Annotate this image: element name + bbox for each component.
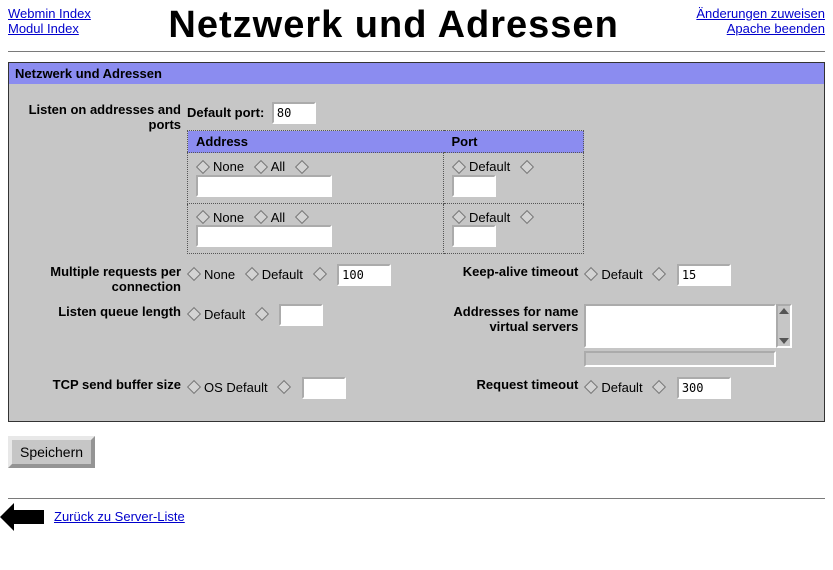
divider <box>8 498 825 499</box>
input-keepalive-timeout[interactable] <box>677 264 731 286</box>
radio-label: None <box>204 267 235 282</box>
section-network-addresses: Netzwerk und Adressen Listen on addresse… <box>8 62 825 422</box>
radio-label: Default <box>601 380 642 395</box>
label-listen-addresses: Listen on addresses and ports <box>17 100 187 256</box>
radio-tcp-custom[interactable] <box>277 380 291 394</box>
address-table: Address Port None All Default <box>187 130 584 254</box>
radio-label: Default <box>469 159 510 174</box>
radio-port-custom-0[interactable] <box>520 159 534 173</box>
radio-label: Default <box>262 267 303 282</box>
radio-addr-none-0[interactable] <box>196 159 210 173</box>
radio-label: Default <box>601 267 642 282</box>
input-addr-1[interactable] <box>196 225 332 247</box>
radio-addr-all-0[interactable] <box>254 159 268 173</box>
scroll-up-icon <box>779 308 789 314</box>
radio-label: Default <box>204 307 245 322</box>
divider <box>8 51 825 52</box>
label-default-port: Default port: <box>187 105 264 120</box>
radio-label: None <box>213 159 244 174</box>
save-button[interactable]: Speichern <box>8 436 95 468</box>
input-tcp-send-buffer[interactable] <box>302 377 346 399</box>
radio-tcp-osdefault[interactable] <box>187 380 201 394</box>
input-port-0[interactable] <box>452 175 496 197</box>
col-address: Address <box>188 131 444 153</box>
label-multiple-requests: Multiple requests per connection <box>17 262 187 296</box>
table-row: None All Default <box>188 203 584 254</box>
radio-label: OS Default <box>204 380 268 395</box>
radio-label: All <box>271 210 285 225</box>
radio-label: Default <box>469 210 510 225</box>
radio-label: None <box>213 210 244 225</box>
radio-keepalive-default[interactable] <box>584 267 598 281</box>
radio-addr-custom-0[interactable] <box>295 159 309 173</box>
link-apply-changes[interactable]: Änderungen zuweisen <box>696 6 825 21</box>
radio-reqtimeout-custom[interactable] <box>652 380 666 394</box>
link-stop-apache[interactable]: Apache beenden <box>696 21 825 36</box>
label-request-timeout: Request timeout <box>414 375 584 401</box>
section-header: Netzwerk und Adressen <box>9 63 824 84</box>
radio-multireq-custom[interactable] <box>312 267 326 281</box>
table-row: None All Default <box>188 153 584 204</box>
radio-addr-custom-1[interactable] <box>295 210 309 224</box>
radio-addr-none-1[interactable] <box>196 210 210 224</box>
radio-queue-default[interactable] <box>187 307 201 321</box>
radio-port-default-0[interactable] <box>452 159 466 173</box>
label-keepalive-timeout: Keep-alive timeout <box>414 262 584 296</box>
radio-queue-custom[interactable] <box>255 307 269 321</box>
input-default-port[interactable] <box>272 102 316 124</box>
scroll-down-icon <box>779 338 789 344</box>
link-back-server-list[interactable]: Zurück zu Server-Liste <box>54 509 185 524</box>
input-request-timeout[interactable] <box>677 377 731 399</box>
back-arrow-icon <box>14 510 44 524</box>
radio-label: All <box>271 159 285 174</box>
label-name-virtual: Addresses for name virtual servers <box>414 302 584 369</box>
link-modul-index[interactable]: Modul Index <box>8 21 91 36</box>
radio-keepalive-custom[interactable] <box>652 267 666 281</box>
input-listen-queue[interactable] <box>279 304 323 326</box>
textarea-name-virtual[interactable] <box>584 304 776 348</box>
input-addr-0[interactable] <box>196 175 332 197</box>
radio-port-default-1[interactable] <box>452 210 466 224</box>
scrollbar-vertical[interactable] <box>776 304 792 348</box>
page-title: Netzwerk und Adressen <box>91 4 696 47</box>
link-webmin-index[interactable]: Webmin Index <box>8 6 91 21</box>
radio-multireq-none[interactable] <box>187 267 201 281</box>
radio-reqtimeout-default[interactable] <box>584 380 598 394</box>
label-tcp-send-buffer: TCP send buffer size <box>17 375 187 401</box>
radio-multireq-default[interactable] <box>245 267 259 281</box>
radio-port-custom-1[interactable] <box>520 210 534 224</box>
scrollbar-horizontal[interactable] <box>584 351 776 367</box>
radio-addr-all-1[interactable] <box>254 210 268 224</box>
col-port: Port <box>444 131 584 153</box>
input-multiple-requests[interactable] <box>337 264 391 286</box>
input-port-1[interactable] <box>452 225 496 247</box>
label-listen-queue: Listen queue length <box>17 302 187 369</box>
